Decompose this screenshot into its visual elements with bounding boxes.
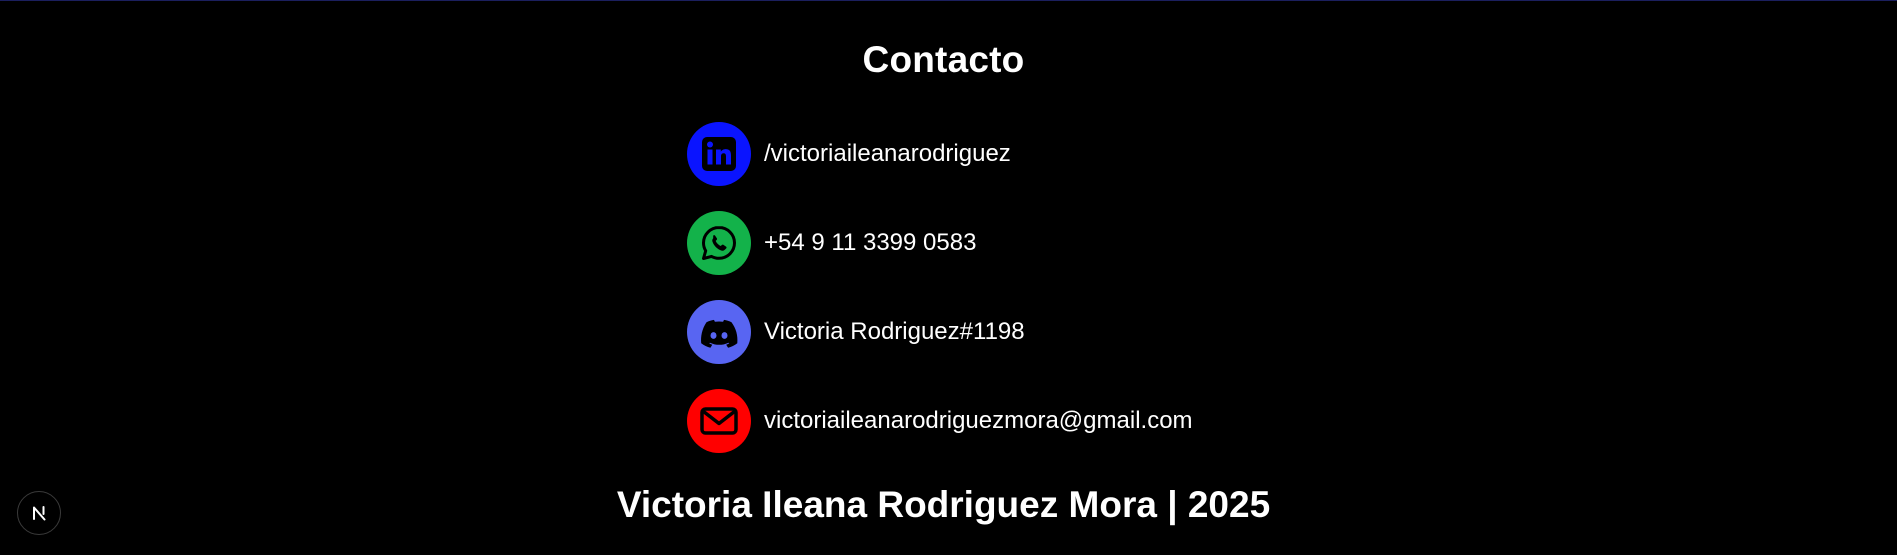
contact-list-item: victoriaileanarodriguezmora@gmail.com bbox=[687, 388, 1193, 454]
discord-username: Victoria Rodriguez#1198 bbox=[764, 318, 1025, 345]
discord-link[interactable]: Victoria Rodriguez#1198 bbox=[687, 299, 1193, 365]
linkedin-icon-circle bbox=[687, 122, 751, 186]
contact-list-item: +54 9 11 3399 0583 bbox=[687, 210, 1193, 276]
contact-list-item: /victoriaileanarodriguez bbox=[687, 121, 1193, 187]
page: Contacto /victoriaileanarodriguez +54 9 … bbox=[0, 0, 1897, 555]
linkedin-icon bbox=[702, 137, 736, 171]
discord-icon-circle bbox=[687, 300, 751, 364]
whatsapp-number: +54 9 11 3399 0583 bbox=[764, 229, 977, 256]
mail-icon bbox=[700, 407, 738, 435]
footer-text: Victoria Ileana Rodriguez Mora | 2025 bbox=[616, 484, 1271, 525]
nextjs-dev-indicator[interactable] bbox=[17, 491, 61, 535]
mail-icon-circle bbox=[687, 389, 751, 453]
whatsapp-icon-circle bbox=[687, 211, 751, 275]
nextjs-icon bbox=[33, 506, 46, 521]
linkedin-handle: /victoriaileanarodriguez bbox=[764, 140, 1011, 167]
whatsapp-link[interactable]: +54 9 11 3399 0583 bbox=[687, 210, 1193, 276]
email-link[interactable]: victoriaileanarodriguezmora@gmail.com bbox=[687, 388, 1193, 454]
contact-title: Contacto bbox=[862, 39, 1025, 80]
contact-list-item: Victoria Rodriguez#1198 bbox=[687, 299, 1193, 365]
discord-icon bbox=[701, 319, 738, 348]
whatsapp-icon bbox=[702, 226, 736, 260]
email-address: victoriaileanarodriguezmora@gmail.com bbox=[764, 407, 1193, 434]
linkedin-link[interactable]: /victoriaileanarodriguez bbox=[687, 121, 1193, 187]
contact-list: /victoriaileanarodriguez +54 9 11 3399 0… bbox=[687, 121, 1193, 477]
